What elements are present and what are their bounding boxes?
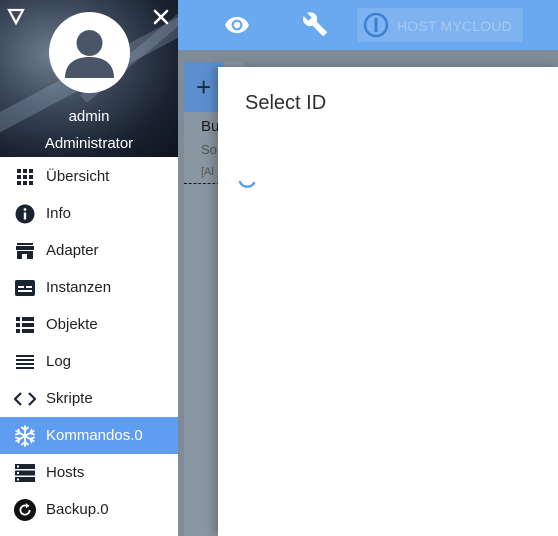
card-meta: [Al (201, 166, 214, 178)
card-subtitle: So (201, 142, 217, 157)
sidebar-item-label: Skripte (46, 390, 93, 407)
sidebar-header: admin Administrator (0, 0, 178, 157)
log-icon (14, 351, 36, 373)
sidebar-item-uebersicht[interactable]: Übersicht (0, 158, 178, 195)
grid-icon (14, 166, 36, 188)
backup-icon (14, 498, 36, 521)
loading-spinner-icon (237, 170, 259, 192)
sidebar-item-info[interactable]: Info (0, 195, 178, 232)
select-id-dialog: Select ID (218, 67, 558, 536)
sidebar-item-objekte[interactable]: Objekte (0, 306, 178, 343)
wrench-icon[interactable] (302, 11, 328, 37)
sidebar-item-label: Hosts (46, 464, 85, 481)
user-role: Administrator (44, 135, 134, 152)
hosts-icon (14, 462, 36, 484)
sidebar-item-adapter[interactable]: Adapter (0, 232, 178, 269)
sidebar-item-hosts[interactable]: Hosts (0, 454, 178, 491)
sidebar-item-label: Objekte (46, 316, 98, 333)
code-icon (14, 388, 36, 410)
host-button[interactable]: HOST MYCLOUD (357, 8, 523, 42)
user-name: admin (68, 108, 110, 125)
sidebar-item-label: Backup.0 (46, 501, 109, 518)
card-title: Bu (201, 118, 220, 135)
divider (184, 183, 220, 184)
sidebar-item-instanzen[interactable]: Instanzen (0, 269, 178, 306)
sidebar-menu: Übersicht Info Adapter Instanzen Objekte (0, 158, 178, 528)
instances-icon (14, 277, 36, 299)
add-icon: + (196, 72, 212, 102)
host-label: HOST MYCLOUD (397, 18, 512, 34)
store-icon (14, 240, 36, 262)
sidebar-item-label: Adapter (46, 242, 99, 259)
sidebar-item-kommandos[interactable]: Kommandos.0 (0, 417, 178, 454)
eye-icon[interactable] (224, 12, 250, 38)
sidebar-item-label: Übersicht (46, 168, 110, 185)
sidebar-item-label: Instanzen (46, 279, 112, 296)
sidebar-item-label: Kommandos.0 (46, 427, 143, 444)
sidebar-item-log[interactable]: Log (0, 343, 178, 380)
sidebar: admin Administrator Übersicht Info Adapt… (0, 0, 178, 536)
close-icon[interactable] (151, 7, 171, 27)
sidebar-item-label: Info (46, 205, 72, 222)
power-icon (363, 12, 389, 38)
sidebar-item-skripte[interactable]: Skripte (0, 380, 178, 417)
dialog-title: Select ID (245, 92, 327, 114)
sidebar-item-label: Log (46, 353, 72, 370)
collapse-icon[interactable] (7, 8, 25, 26)
top-toolbar: HOST MYCLOUD (178, 0, 558, 50)
snowflake-icon (14, 424, 36, 447)
info-icon (14, 203, 36, 225)
list-icon (14, 314, 36, 336)
sidebar-item-backup[interactable]: Backup.0 (0, 491, 178, 528)
avatar (49, 12, 130, 93)
